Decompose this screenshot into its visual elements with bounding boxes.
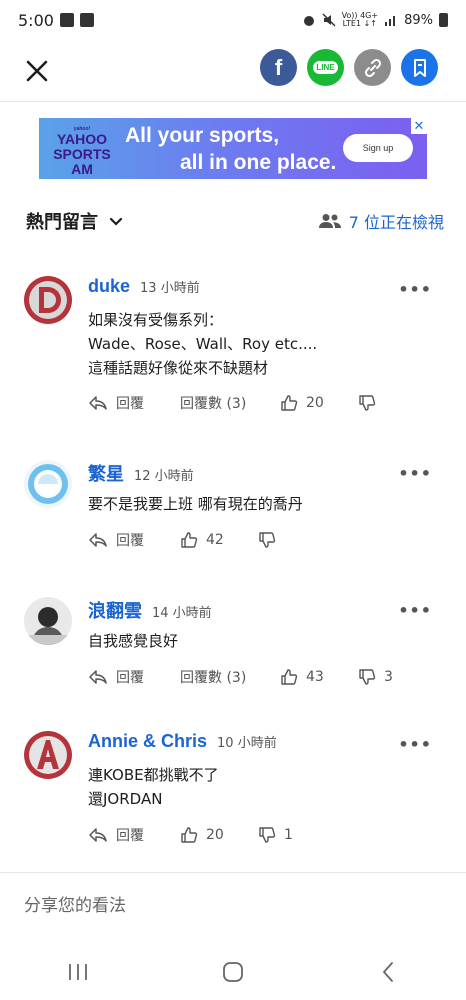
status-bar: 5:00 Vo)) 4G+ LTE1 ↓↑ 89% — [0, 0, 466, 40]
reply-icon — [89, 670, 107, 684]
comment-time: 14 小時前 — [152, 606, 212, 621]
top-navigation: f LINE — [0, 40, 466, 102]
close-icon — [26, 60, 48, 82]
comments-header: 熱門留言 7 位正在檢視 — [26, 207, 444, 235]
sort-dropdown[interactable]: 熱門留言 — [26, 208, 124, 234]
comment-actions: 回覆 20 1 — [88, 825, 293, 845]
status-time: 5:00 — [18, 10, 54, 30]
avatar[interactable] — [24, 460, 72, 508]
reply-icon — [89, 828, 107, 842]
comment-text: 連KOBE都挑戰不了 還JORDAN — [88, 766, 219, 808]
battery-percent: 89% — [404, 12, 433, 28]
comment-time: 13 小時前 — [140, 281, 200, 296]
like-button[interactable]: 43 — [280, 668, 358, 686]
comment-text: 如果沒有受傷系列： Wade、Rose、Wall、Roy etc.... 這種話… — [88, 311, 318, 377]
bookmark-button[interactable] — [401, 49, 438, 86]
recent-apps-icon — [68, 964, 87, 980]
replies-count-button[interactable]: 回覆數 (3) — [180, 393, 280, 413]
comment-actions: 回覆 回覆數 (3) 43 3 — [88, 667, 393, 687]
comment-time: 10 小時前 — [217, 736, 277, 751]
comment-actions: 回覆 回覆數 (3) 20 — [88, 393, 384, 413]
avatar[interactable] — [24, 276, 72, 324]
reply-button[interactable]: 回覆 — [88, 825, 180, 845]
comment-item: 浪翻雲 14 小時前 自我感覺良好 ••• 回覆 回覆數 (3) 43 3 — [24, 597, 444, 697]
ad-close-icon[interactable]: ✕ — [411, 118, 427, 134]
more-options-icon[interactable]: ••• — [398, 601, 432, 620]
check-notification-icon — [79, 13, 94, 27]
viewers-count: 7 位正在檢視 — [318, 209, 444, 233]
viewers-label: 7 位正在檢視 — [348, 213, 444, 232]
comment-text: 自我感覺良好 — [88, 632, 179, 650]
share-buttons: f LINE — [260, 49, 438, 86]
yahoo-sports-logo: yahoo! YAHOO SPORTS AM — [53, 126, 111, 177]
ad-headline: All your sports, all in one place. — [125, 124, 337, 174]
chevron-down-icon — [109, 217, 123, 226]
like-button[interactable]: 20 — [180, 826, 258, 844]
comment-item: 繁星 12 小時前 要不是我要上班 哪有現在的喬丹 ••• 回覆 42 — [24, 460, 444, 560]
comment-actions: 回覆 42 — [88, 530, 284, 550]
like-button[interactable]: 42 — [180, 531, 258, 549]
comment-author[interactable]: 繁星 — [88, 460, 124, 486]
people-icon — [318, 214, 341, 228]
comment-text: 要不是我要上班 哪有現在的喬丹 — [88, 495, 303, 513]
close-button[interactable] — [22, 56, 52, 86]
more-options-icon[interactable]: ••• — [398, 735, 432, 754]
signal-icon — [385, 16, 396, 26]
home-button[interactable] — [213, 952, 253, 992]
dislike-button[interactable] — [258, 531, 284, 549]
comment-item: duke 13 小時前 如果沒有受傷系列： Wade、Rose、Wall、Roy… — [24, 276, 444, 426]
reply-icon — [89, 396, 107, 410]
sort-label: 熱門留言 — [26, 212, 98, 233]
ad-banner[interactable]: yahoo! YAHOO SPORTS AM All your sports, … — [39, 118, 427, 179]
line-icon: LINE — [313, 61, 338, 74]
avatar[interactable] — [24, 597, 72, 645]
home-icon — [223, 962, 243, 982]
thumbs-down-icon — [359, 395, 376, 411]
comment-author[interactable]: 浪翻雲 — [88, 597, 142, 623]
reply-button[interactable]: 回覆 — [88, 530, 180, 550]
replies-count-button[interactable]: 回覆數 (3) — [180, 667, 280, 687]
facebook-share-button[interactable]: f — [260, 49, 297, 86]
recent-apps-button[interactable] — [58, 952, 98, 992]
comment-author[interactable]: duke — [88, 276, 130, 297]
thumbs-up-icon — [181, 532, 198, 548]
comment-item: Annie & Chris 10 小時前 連KOBE都挑戰不了 還JORDAN … — [24, 731, 444, 856]
back-icon — [383, 962, 394, 982]
thumbs-down-icon — [359, 669, 376, 685]
more-options-icon[interactable]: ••• — [398, 464, 432, 483]
ad-signup-button[interactable]: Sign up — [343, 134, 413, 162]
thumbs-up-icon — [281, 669, 298, 685]
dislike-button[interactable]: 3 — [358, 668, 393, 686]
dislike-button[interactable] — [358, 394, 384, 412]
system-navigation-bar — [0, 944, 466, 1000]
reply-icon — [89, 533, 107, 547]
back-button[interactable] — [368, 952, 408, 992]
link-icon — [364, 58, 381, 77]
share-opinion-input[interactable] — [24, 891, 434, 921]
battery-icon — [439, 13, 448, 27]
comment-author[interactable]: Annie & Chris — [88, 731, 207, 752]
copy-link-button[interactable] — [354, 49, 391, 86]
reply-button[interactable]: 回覆 — [88, 667, 180, 687]
mute-icon — [322, 13, 336, 27]
network-label-bottom: LTE1 ↓↑ — [342, 19, 377, 28]
bookmark-icon — [413, 58, 426, 77]
more-options-icon[interactable]: ••• — [398, 280, 432, 299]
thumbs-down-icon — [259, 827, 276, 843]
comment-time: 12 小時前 — [134, 469, 194, 484]
line-share-button[interactable]: LINE — [307, 49, 344, 86]
avatar[interactable] — [24, 731, 72, 779]
alarm-icon — [303, 16, 314, 26]
facebook-icon: f — [274, 54, 283, 80]
thumbs-up-icon — [281, 395, 298, 411]
reply-button[interactable]: 回覆 — [88, 393, 180, 413]
like-button[interactable]: 20 — [280, 394, 358, 412]
dislike-button[interactable]: 1 — [258, 826, 293, 844]
gallery-notification-icon — [59, 13, 74, 27]
thumbs-down-icon — [259, 532, 276, 548]
thumbs-up-icon — [181, 827, 198, 843]
comment-composer — [0, 872, 466, 940]
